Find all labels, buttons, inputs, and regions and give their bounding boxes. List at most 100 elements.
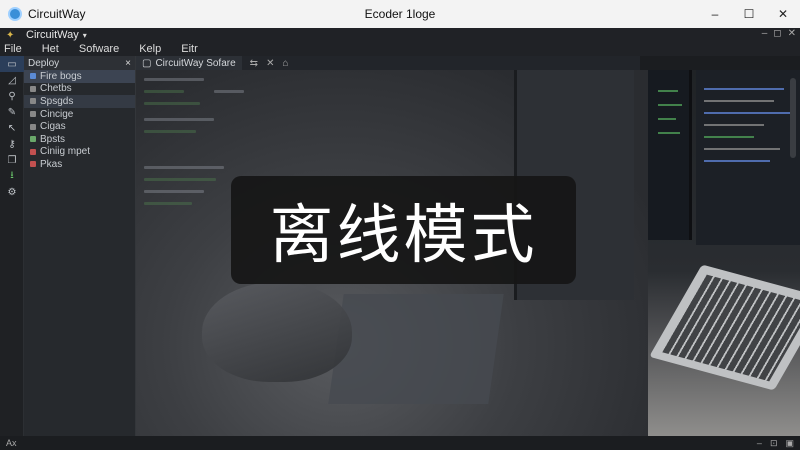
tab-label: CircuitWay Sofare [155,57,236,69]
list-item[interactable]: Fire bogs [24,70,135,83]
list-item-label: Pkas [40,158,63,170]
app-name: CircuitWay [28,7,86,21]
cursor-icon[interactable]: ↖ [0,120,24,136]
list-item-label: Bpsts [40,133,66,145]
code-line [214,90,244,93]
list-item-label: Spsgds [40,95,74,107]
inner-minimize-button[interactable]: – [762,28,768,39]
edit-icon[interactable]: ◿ [0,72,24,88]
preview-pane [648,70,800,436]
preview-monitor-right [696,70,800,245]
gear-icon[interactable]: ⚙ [0,184,24,200]
preview-monitor-left [648,70,692,240]
minimize-button[interactable]: – [698,0,732,28]
code-line [144,78,204,81]
pencil-icon[interactable]: ✎ [0,104,24,120]
list-item[interactable]: Cigas [24,120,135,133]
title-bar: CircuitWay Ecoder 1loge – ☐ ✕ [0,0,800,28]
deploy-panel: Deploy × Fire bogs Chetbs Spsgds Cincige… [24,56,136,436]
tab-close-button[interactable]: ✕ [266,58,274,69]
code-line [144,190,204,193]
background-keyboard [328,294,504,404]
item-icon [30,161,36,168]
code-line [658,90,678,92]
code-line [704,124,764,126]
panel-icon[interactable]: ▭ [0,56,24,72]
inner-window-controls: – ◻ ✕ [762,28,796,39]
code-line [144,118,214,121]
panel-close-button[interactable]: × [125,58,131,69]
list-item[interactable]: Bpsts [24,133,135,146]
code-line [704,160,770,162]
offline-mode-text: 离线模式 [269,199,538,273]
list-item-label: Chetbs [40,83,72,95]
app-logo-icon [8,7,22,21]
window-controls: – ☐ ✕ [698,0,800,28]
status-window-icon[interactable]: ⊡ [770,438,778,449]
code-line [704,112,792,114]
list-item[interactable]: Ciniig mpet [24,146,135,159]
code-line [704,88,784,90]
menu-het[interactable]: Het [42,43,59,55]
list-item-label: Fire bogs [40,70,82,82]
maximize-button[interactable]: ☐ [732,0,766,28]
tool-rail: ▭ ◿ ⚲ ✎ ↖ ⚷ ❐ ⭳ ⚙ [0,56,24,436]
status-expand-icon[interactable]: ▣ [785,438,794,449]
close-button[interactable]: ✕ [766,0,800,28]
list-item[interactable]: Pkas [24,158,135,171]
panel-header: Deploy × [24,56,135,70]
list-item[interactable]: Spsgds [24,95,135,108]
list-item-label: Cincige [40,108,74,120]
code-line [704,148,780,150]
status-left-text: Ax [6,438,17,448]
code-line [704,136,754,138]
inner-close-button[interactable]: ✕ [788,28,796,39]
title-dropdown-icon[interactable]: ▾ [83,31,87,40]
home-icon[interactable]: ⌂ [282,58,288,69]
document-icon: ▢ [142,57,152,69]
editor-tab-bar: ▢ CircuitWay Sofare ⇆ ✕ ⌂ [136,56,640,70]
split-icon[interactable]: ⇆ [250,58,258,69]
inner-window-title: CircuitWay [26,29,79,41]
offline-mode-banner: 离线模式 [231,176,576,284]
code-line [144,166,224,169]
item-icon [30,123,36,130]
probe-icon[interactable]: ⚷ [0,136,24,152]
item-icon [30,148,36,155]
code-line [144,102,200,105]
code-line [144,202,192,205]
list-item[interactable]: Chetbs [24,83,135,96]
list-item[interactable]: Cincige [24,108,135,121]
item-icon [30,111,36,118]
code-line [144,90,184,93]
menu-eitr[interactable]: Eitr [181,43,198,55]
list-item-label: Cigas [40,121,66,133]
menu-sofware[interactable]: Sofware [79,43,119,55]
download-icon[interactable]: ⭳ [0,168,24,184]
item-icon [30,98,36,105]
menu-bar: File Het Sofware Kelp Eitr [0,42,800,56]
code-line [704,100,774,102]
status-bar: Ax – ⊡ ▣ [0,436,800,450]
window-title: Ecoder 1loge [364,7,436,21]
list-item-label: Ciniig mpet [40,146,91,158]
item-icon [30,136,36,143]
menu-file[interactable]: File [4,43,22,55]
scrollbar[interactable] [790,78,796,158]
code-line [144,178,216,181]
layers-icon[interactable]: ❐ [0,152,24,168]
code-line [658,132,680,134]
pin-icon[interactable]: ⚲ [0,88,24,104]
app-small-icon: ✦ [6,29,15,41]
item-icon [30,85,36,92]
tab-circuitway-software[interactable]: ▢ CircuitWay Sofare [136,56,242,70]
menu-kelp[interactable]: Kelp [139,43,161,55]
background-mouse [202,282,352,382]
status-minimize-icon[interactable]: – [757,438,762,449]
inner-title-bar: ✦ CircuitWay ▾ – ◻ ✕ [0,28,800,42]
panel-title: Deploy [28,57,60,69]
status-controls: – ⊡ ▣ [757,438,794,449]
code-line [658,118,676,120]
code-line [658,104,682,106]
inner-restore-button[interactable]: ◻ [773,28,781,39]
